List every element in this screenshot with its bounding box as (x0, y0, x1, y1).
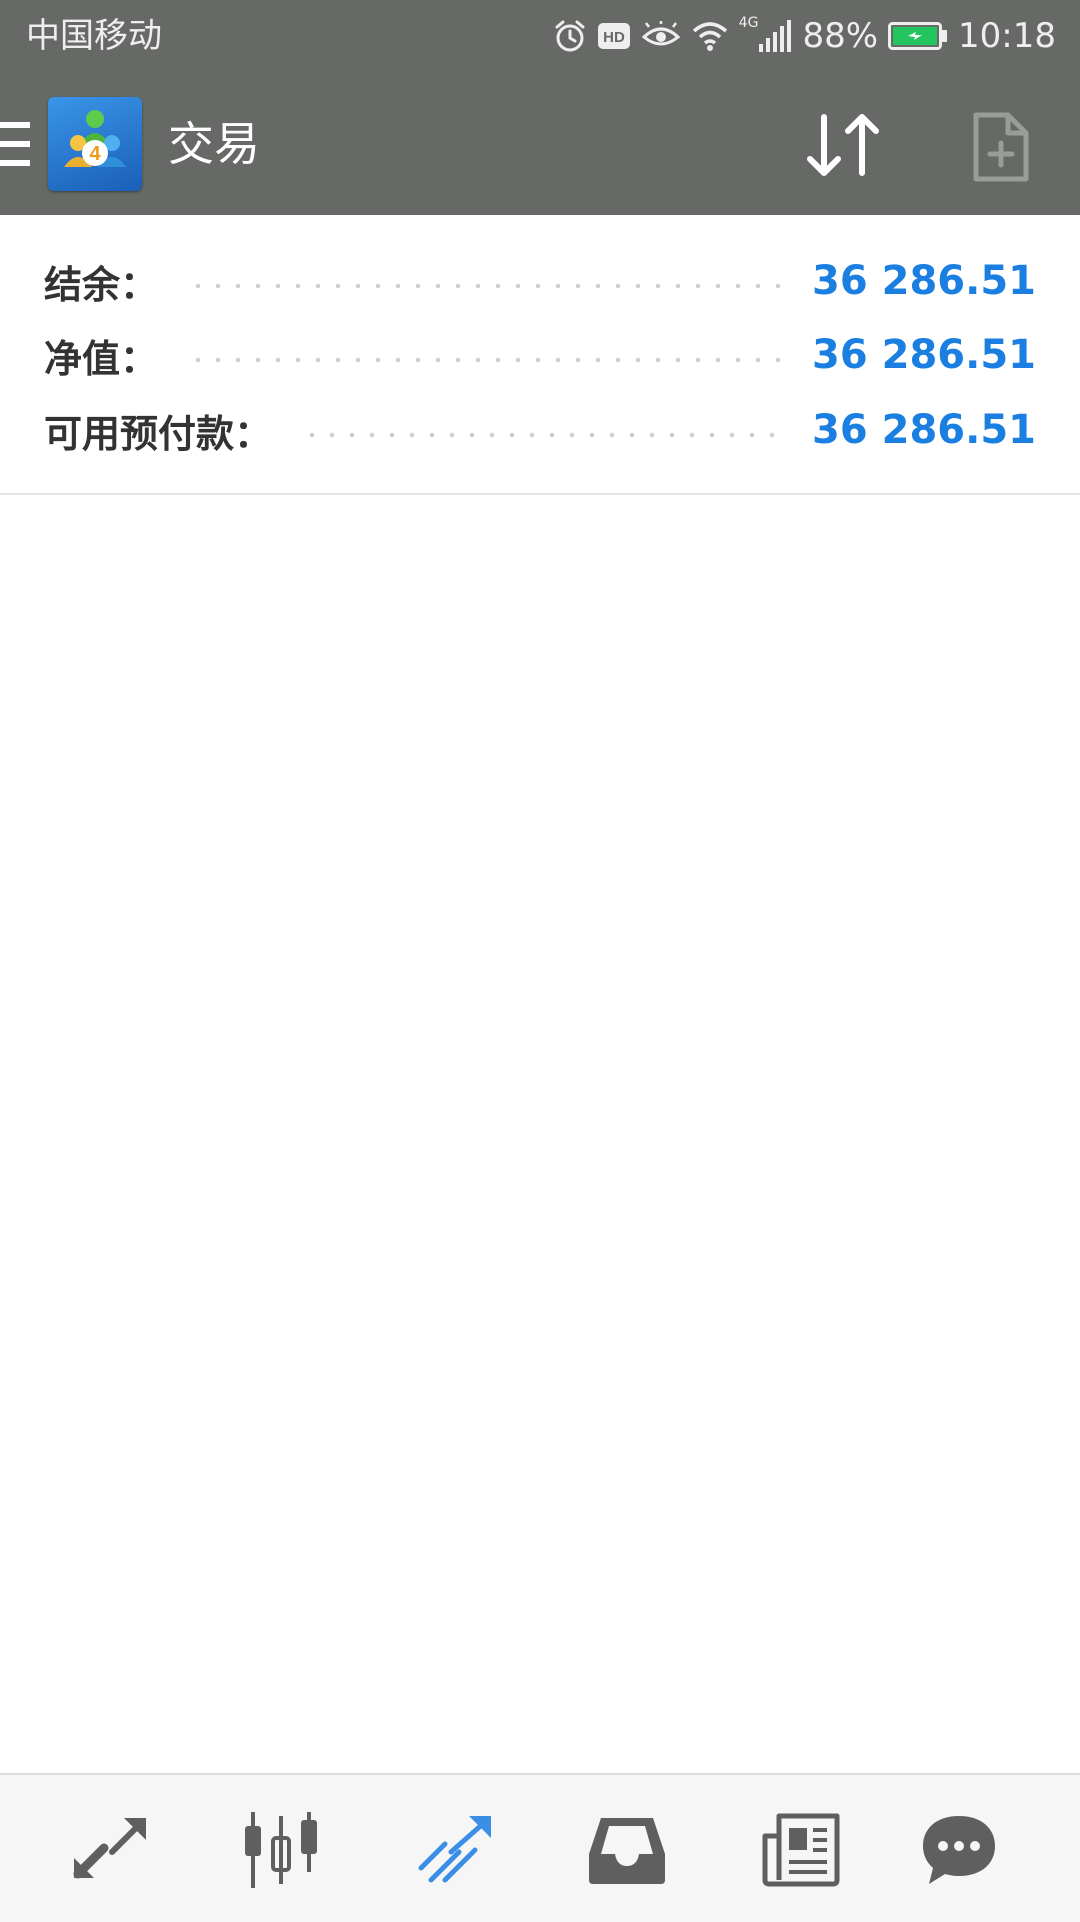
balance-label: 结余： (44, 262, 159, 307)
hd-icon: HD (597, 21, 631, 51)
equity-row: 净值： 36 286.51 (44, 329, 1036, 381)
alarm-icon (553, 19, 587, 53)
clock: 10:18 (958, 16, 1056, 56)
status-icons: HD 4G 88% 10:18 (543, 14, 1056, 58)
bottom-nav (0, 1773, 1080, 1922)
chart-icon[interactable] (236, 1805, 326, 1895)
chat-icon[interactable] (914, 1805, 1004, 1895)
status-bar: 中国移动 HD 4G 88% 10:18 (0, 0, 1080, 73)
trade-icon[interactable] (410, 1805, 500, 1895)
news-icon[interactable] (756, 1805, 846, 1895)
signal-icon (758, 20, 792, 52)
balance-value: 36 286.51 (812, 258, 1036, 304)
battery-percent: 88% (802, 16, 879, 56)
quotes-icon[interactable] (65, 1805, 155, 1895)
carrier-name: 中国移动 (26, 16, 162, 56)
app-logo[interactable]: 4 (48, 97, 142, 191)
history-icon[interactable] (582, 1805, 672, 1895)
dot-leader (302, 432, 783, 438)
free-margin-row: 可用预付款： 36 286.51 (44, 404, 1036, 456)
dot-leader (188, 357, 783, 363)
page-title: 交易 (168, 117, 260, 171)
svg-text:HD: HD (603, 29, 625, 46)
eye-icon (641, 21, 681, 51)
dot-leader (188, 283, 783, 289)
battery-icon (888, 22, 948, 50)
network-type: 4G (738, 15, 759, 31)
wifi-icon (691, 20, 729, 52)
new-order-icon[interactable] (966, 103, 1036, 189)
free-margin-value: 36 286.51 (812, 407, 1036, 453)
menu-icon[interactable] (0, 122, 32, 170)
balance-row: 结余： 36 286.51 (44, 255, 1036, 307)
sort-icon[interactable] (800, 103, 890, 189)
free-margin-label: 可用预付款： (44, 411, 273, 456)
toolbar: 4 交易 (0, 73, 1080, 215)
equity-value: 36 286.51 (812, 332, 1036, 378)
equity-label: 净值： (44, 336, 159, 381)
account-summary: 结余： 36 286.51 净值： 36 286.51 可用预付款： 36 28… (0, 215, 1080, 495)
svg-text:4: 4 (89, 143, 101, 165)
